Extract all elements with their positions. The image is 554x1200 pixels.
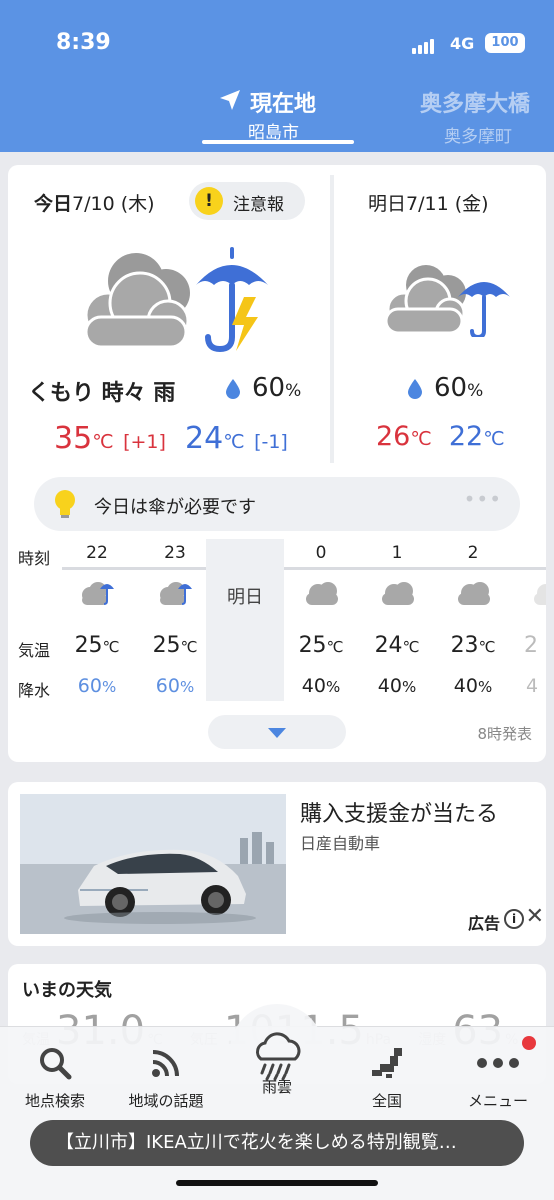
- cloud-umbrella-icon: [160, 582, 192, 605]
- more-options-icon[interactable]: •••: [464, 487, 502, 511]
- today-temps: 35℃ [+1] 24℃ [-1]: [54, 421, 288, 456]
- ad-label: 広告: [467, 914, 500, 933]
- news-ticker[interactable]: 【立川市】IKEA立川で花火を楽しめる特別観覧…: [30, 1120, 524, 1166]
- today-forecast[interactable]: 今日7/10 (木) ! 注意報 くもり 時々 雨 60% 35℃ [+1] 2…: [8, 165, 330, 465]
- cloud-umbrella-icon: [384, 265, 510, 337]
- row-label-temp: 気温: [18, 641, 51, 660]
- condition-text: くもり 時々 雨: [28, 381, 176, 406]
- location-arrow-icon: [220, 90, 240, 110]
- car-image: [20, 794, 286, 934]
- clock: 8:39: [56, 30, 111, 55]
- row-label-precip: 降水: [18, 681, 51, 700]
- ad-image[interactable]: [20, 794, 286, 934]
- tab-nationwide[interactable]: 全国: [337, 1040, 437, 1111]
- row-label-time: 時刻: [18, 549, 51, 568]
- info-icon[interactable]: i: [504, 909, 524, 929]
- home-indicator[interactable]: [176, 1180, 378, 1186]
- warning-label: 注意報: [233, 195, 284, 215]
- status-bar: 8:39 4G 100: [0, 28, 554, 62]
- network-type: 4G: [450, 34, 475, 53]
- low-temp: 22℃: [448, 421, 505, 452]
- location-name: 現在地: [250, 92, 317, 117]
- chevron-down-icon: [268, 728, 286, 738]
- tomorrow-date: 明日7/11 (金): [368, 193, 489, 215]
- expand-hourly-button[interactable]: [208, 715, 346, 749]
- ad-card[interactable]: 購入支援金が当たる 日産自動車 広告 i ✕: [8, 782, 546, 946]
- hourly-forecast[interactable]: 時刻 気温 降水 明日 22 25℃ 60% 23 25℃ 60% 0 25℃ …: [8, 537, 546, 702]
- active-tab-indicator: [202, 140, 354, 144]
- ad-title[interactable]: 購入支援金が当たる: [300, 796, 498, 828]
- header-bar: 8:39 4G 100 現在地 昭島市 奥多摩大橋 奥多摩町: [0, 0, 554, 152]
- tab-search[interactable]: 地点検索: [5, 1040, 105, 1111]
- tab-menu[interactable]: メニュー: [448, 1040, 548, 1111]
- battery-icon: 100: [485, 33, 525, 53]
- high-temp: 26℃: [376, 421, 432, 452]
- timeline: [62, 567, 214, 570]
- precip-chance: 60%: [408, 373, 483, 403]
- cloud-icon: [534, 584, 546, 605]
- close-icon[interactable]: ✕: [526, 904, 544, 929]
- location-tab-next[interactable]: 奥多摩大橋 奥多摩町: [420, 86, 530, 147]
- search-icon: [5, 1040, 105, 1086]
- cloud-icon: [382, 582, 414, 605]
- forecast-card: 今日7/10 (木) ! 注意報 くもり 時々 雨 60% 35℃ [+1] 2…: [8, 165, 546, 762]
- cloud-thunder-rain-icon: [84, 247, 268, 353]
- location-name: 奥多摩大橋: [420, 92, 531, 117]
- umbrella-tip[interactable]: 今日は傘が必要です •••: [34, 477, 520, 531]
- ad-sponsor: 日産自動車: [300, 834, 381, 853]
- cloud-icon: [306, 582, 338, 605]
- precip-chance: 60%: [226, 373, 301, 403]
- date-separator: 明日: [206, 539, 284, 701]
- low-temp: 24℃ [-1]: [185, 421, 288, 456]
- warning-badge[interactable]: ! 注意報: [189, 182, 305, 220]
- tip-text: 今日は傘が必要です: [94, 497, 256, 518]
- section-title: いまの天気: [22, 980, 112, 1001]
- japan-map-icon: [337, 1040, 437, 1086]
- location-city: 奥多摩町: [444, 127, 512, 147]
- high-temp: 35℃ [+1]: [54, 421, 166, 456]
- cloud-icon: [458, 582, 490, 605]
- notification-badge: [522, 1036, 536, 1050]
- timeline: [284, 567, 546, 570]
- broadcast-icon: [116, 1040, 216, 1086]
- signal-icon: [412, 36, 434, 54]
- warning-icon: !: [195, 187, 223, 215]
- raindrop-icon: [408, 378, 422, 399]
- tomorrow-temps: 26℃ 22℃: [376, 421, 505, 452]
- tab-local-topics[interactable]: 地域の話題: [116, 1040, 216, 1111]
- raindrop-icon: [226, 378, 240, 399]
- tomorrow-forecast[interactable]: 明日7/11 (金) 60% 26℃ 22℃: [334, 165, 546, 465]
- tab-rain-radar[interactable]: 雨雲: [227, 1032, 327, 1097]
- lightbulb-icon: [55, 490, 75, 518]
- today-date: 今日7/10 (木): [34, 193, 155, 215]
- issued-time: 8時発表: [477, 725, 532, 743]
- cloud-umbrella-icon: [82, 582, 114, 605]
